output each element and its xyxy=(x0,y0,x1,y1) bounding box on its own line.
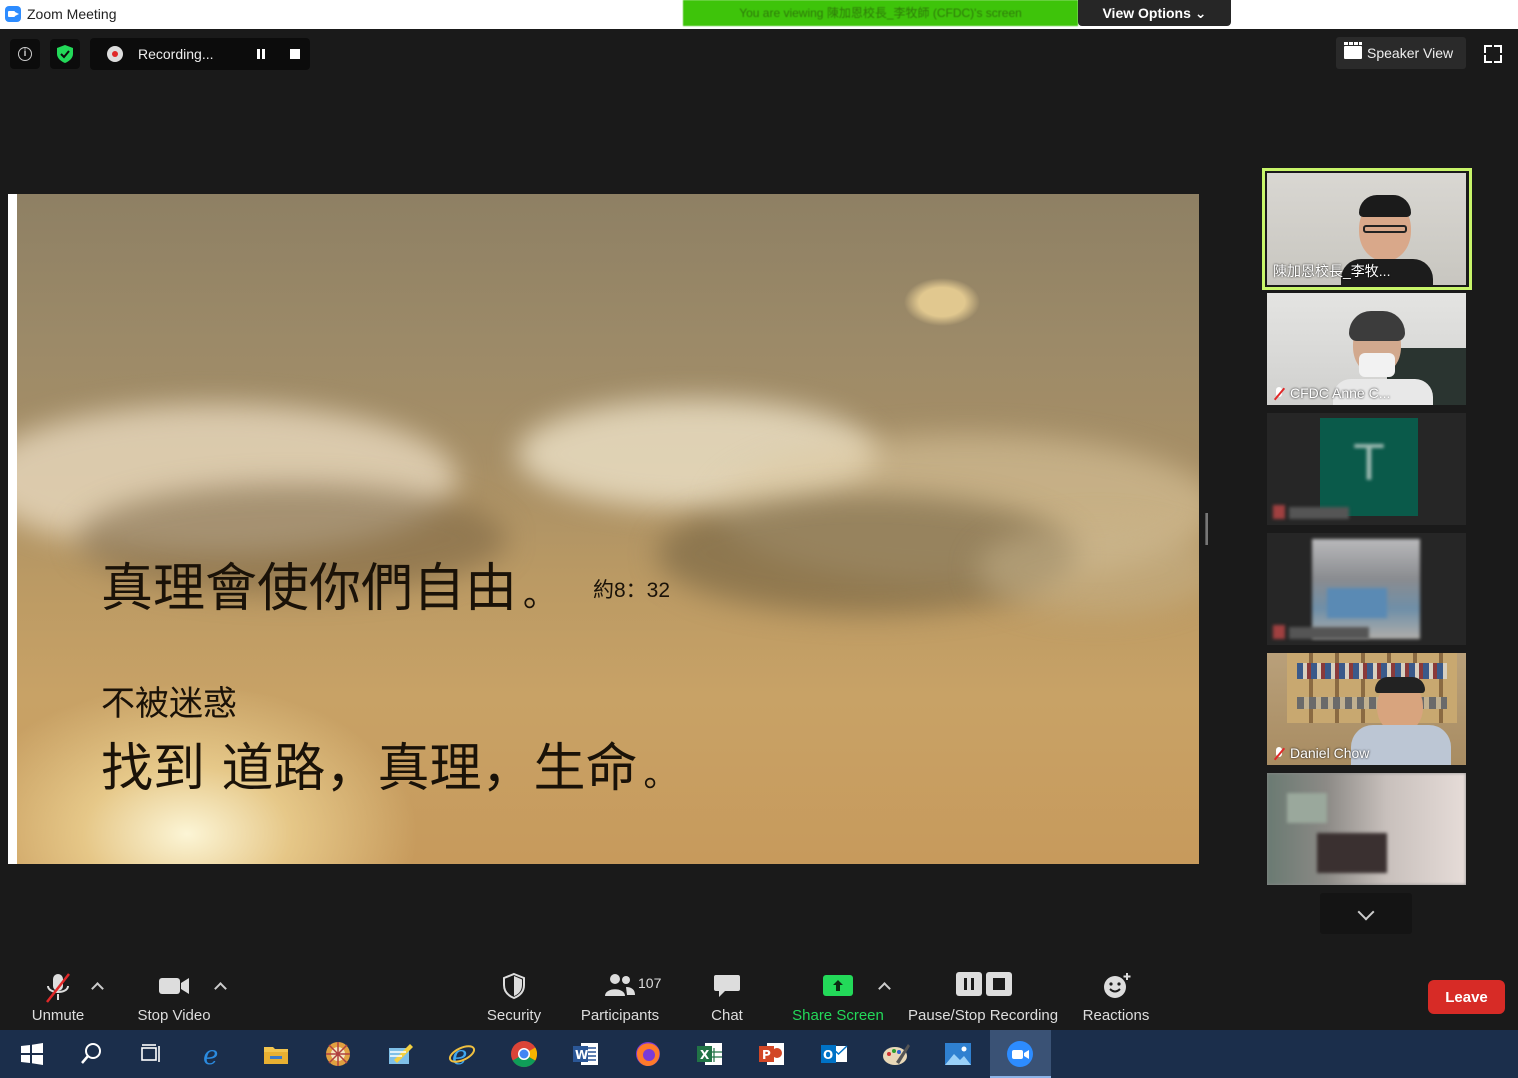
participant-tile[interactable]: T xyxy=(1267,413,1466,525)
speaker-view-button[interactable]: Speaker View xyxy=(1336,37,1466,69)
search-icon[interactable] xyxy=(78,1040,106,1068)
file-explorer-icon[interactable] xyxy=(262,1040,290,1068)
recording-indicator: Recording... xyxy=(90,38,310,70)
info-icon: i xyxy=(18,47,32,61)
participant-tile[interactable]: 陳加恩校長_李牧... xyxy=(1267,173,1466,285)
svg-text:W: W xyxy=(575,1048,588,1062)
windows-start-icon[interactable] xyxy=(18,1040,46,1068)
zoom-icon[interactable] xyxy=(1006,1040,1034,1068)
internet-explorer-icon[interactable]: e xyxy=(448,1040,476,1068)
svg-text:e: e xyxy=(452,1041,467,1068)
edge-icon[interactable]: e xyxy=(200,1040,228,1068)
participants-button[interactable]: 107 Participants xyxy=(576,962,664,1028)
muted-mic-icon xyxy=(1273,387,1285,400)
chat-label: Chat xyxy=(711,1007,743,1024)
window-title-bar: Zoom Meeting You are viewing 陳加恩校長_李牧師 (… xyxy=(0,0,1518,29)
microphone-muted-icon xyxy=(46,973,70,1003)
svg-text:e: e xyxy=(203,1041,218,1068)
avatar-letter: T xyxy=(1353,434,1385,492)
security-shield-icon xyxy=(503,972,525,1000)
chat-button[interactable]: Chat xyxy=(700,962,754,1028)
share-screen-button[interactable]: Share Screen xyxy=(790,962,886,1028)
unmute-label: Unmute xyxy=(31,1007,85,1024)
slide-line-3-period: 。 xyxy=(643,755,678,795)
outlook-icon[interactable]: O xyxy=(820,1040,848,1068)
speaker-view-icon xyxy=(1344,42,1362,59)
svg-text:X: X xyxy=(700,1048,710,1062)
slide-line-3: 找到 道路，真理，生命。 xyxy=(101,739,678,799)
recording-status: Recording... xyxy=(138,46,214,62)
security-button[interactable]: Security xyxy=(478,962,550,1028)
paint-icon[interactable] xyxy=(882,1040,910,1068)
participant-tile[interactable]: CFDC Anne C... xyxy=(1267,293,1466,405)
pause-stop-recording-button[interactable]: Pause/Stop Recording xyxy=(908,962,1058,1028)
slide-line-1-period: 。 xyxy=(523,575,558,615)
window-title: Zoom Meeting xyxy=(27,6,117,22)
participant-tile[interactable] xyxy=(1267,773,1466,885)
participants-label: Participants xyxy=(580,1007,660,1024)
share-screen-icon xyxy=(823,975,853,996)
word-icon[interactable]: W xyxy=(572,1040,600,1068)
firefox-icon[interactable] xyxy=(634,1040,662,1068)
leave-meeting-button[interactable]: Leave xyxy=(1428,980,1505,1014)
windows-taskbar: e e W X P O xyxy=(0,1030,1518,1078)
task-view-icon[interactable] xyxy=(137,1040,165,1068)
screen-share-banner: You are viewing 陳加恩校長_李牧師 (CFDC)'s scree… xyxy=(683,0,1078,26)
record-icon xyxy=(107,46,123,62)
svg-text:O: O xyxy=(823,1048,833,1062)
excel-icon[interactable]: X xyxy=(696,1040,724,1068)
participant-tile[interactable]: Daniel Chow xyxy=(1267,653,1466,765)
muted-mic-icon xyxy=(1273,747,1285,760)
panel-resize-handle[interactable] xyxy=(1205,513,1208,545)
zoom-logo-icon xyxy=(5,6,21,22)
stop-video-label: Stop Video xyxy=(137,1007,211,1024)
meeting-info-button[interactable]: i xyxy=(10,39,40,69)
fullscreen-icon[interactable] xyxy=(1484,45,1502,63)
reactions-smiley-icon xyxy=(1104,973,1131,998)
security-label: Security xyxy=(486,1007,542,1024)
participant-name: 陳加恩校長_李牧... xyxy=(1273,263,1391,279)
participant-name: Daniel Chow xyxy=(1273,745,1369,761)
scroll-participants-down-button[interactable] xyxy=(1320,893,1412,934)
stop-video-button[interactable]: Stop Video xyxy=(130,962,218,1028)
pause-stop-recording-label: Pause/Stop Recording xyxy=(908,1007,1059,1024)
chat-bubble-icon xyxy=(714,975,740,997)
participant-name: CFDC Anne C... xyxy=(1273,385,1390,401)
pause-stop-recording-icon xyxy=(956,972,1012,996)
shared-slide: 真理會使你們自由。 約8：32 不被迷惑 找到 道路，真理，生命。 xyxy=(17,194,1199,864)
participants-count: 107 xyxy=(638,975,662,991)
slide-left-edge xyxy=(8,194,17,864)
svg-text:P: P xyxy=(762,1048,771,1062)
unmute-button[interactable]: Unmute xyxy=(22,962,94,1028)
slide-line-2: 不被迷惑 xyxy=(101,684,237,724)
video-camera-icon xyxy=(159,978,189,994)
reactions-button[interactable]: Reactions xyxy=(1080,962,1152,1028)
media-icon[interactable] xyxy=(324,1040,352,1068)
pause-recording-icon[interactable] xyxy=(256,49,266,59)
shield-check-icon xyxy=(57,45,73,63)
chrome-icon[interactable] xyxy=(510,1040,538,1068)
stop-recording-icon[interactable] xyxy=(290,49,300,59)
share-screen-label: Share Screen xyxy=(792,1007,884,1024)
slide-reference: 約8：32 xyxy=(593,579,671,602)
participants-icon xyxy=(605,974,635,996)
speaker-view-label: Speaker View xyxy=(1367,45,1454,61)
photos-icon[interactable] xyxy=(944,1040,972,1068)
participant-tile[interactable] xyxy=(1267,533,1466,645)
slide-line-1: 真理會使你們自由。 xyxy=(101,559,558,619)
notes-icon[interactable] xyxy=(386,1040,414,1068)
view-options-button[interactable]: View Options ⌄ xyxy=(1078,0,1231,26)
encryption-button[interactable] xyxy=(50,39,80,69)
powerpoint-icon[interactable]: P xyxy=(758,1040,786,1068)
reactions-label: Reactions xyxy=(1082,1007,1150,1024)
